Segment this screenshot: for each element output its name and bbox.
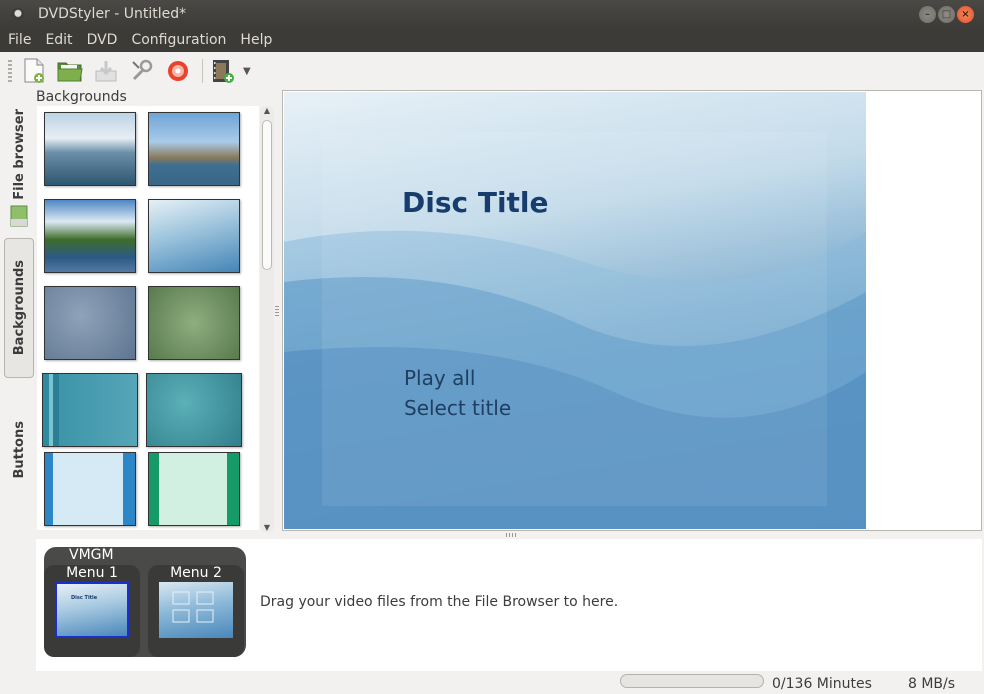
menu-configuration[interactable]: Configuration bbox=[124, 32, 233, 48]
app-icon bbox=[12, 8, 24, 20]
background-thumbnail[interactable] bbox=[42, 373, 138, 447]
maximize-button[interactable]: □ bbox=[938, 6, 955, 23]
drag-hint-text: Drag your video files from the File Brow… bbox=[260, 594, 619, 610]
scrollbar-thumb[interactable] bbox=[262, 120, 272, 270]
scroll-down-icon[interactable]: ▼ bbox=[260, 523, 274, 532]
save-icon bbox=[95, 61, 117, 82]
open-button[interactable] bbox=[56, 57, 84, 85]
disc-usage-progress bbox=[620, 674, 764, 688]
toolbar: ▼ bbox=[0, 52, 984, 90]
add-video-icon bbox=[213, 60, 234, 83]
menu-dvd[interactable]: DVD bbox=[80, 32, 125, 48]
menu2-thumbnail[interactable] bbox=[159, 582, 233, 638]
menu-file[interactable]: File bbox=[0, 32, 38, 48]
background-thumbnail[interactable] bbox=[148, 112, 240, 186]
sidebar-tabs: File browser Backgrounds Buttons bbox=[0, 90, 36, 540]
open-folder-icon bbox=[57, 62, 83, 82]
menu-preview[interactable]: Disc Title Play all Select title bbox=[284, 92, 866, 529]
safe-area bbox=[322, 132, 827, 506]
background-thumbnail[interactable] bbox=[44, 452, 136, 526]
menu1-thumbnail-title: Disc Title bbox=[71, 595, 98, 601]
select-title-button[interactable]: Select title bbox=[404, 396, 511, 420]
tab-buttons-label: Buttons bbox=[11, 421, 27, 479]
scroll-up-icon[interactable]: ▲ bbox=[260, 106, 274, 115]
save-button[interactable] bbox=[92, 57, 120, 85]
menu2-grid-decoration bbox=[172, 591, 214, 623]
background-thumbnail[interactable] bbox=[146, 373, 242, 447]
status-bitrate: 8 MB/s bbox=[908, 676, 956, 692]
burn-button[interactable] bbox=[164, 57, 192, 85]
settings-wrench-icon bbox=[132, 59, 153, 81]
splitter-handle[interactable] bbox=[275, 306, 279, 316]
minimize-button[interactable]: – bbox=[919, 6, 936, 23]
toolbar-grip[interactable] bbox=[8, 60, 12, 82]
background-thumbnail[interactable] bbox=[44, 286, 136, 360]
tab-backgrounds-label: Backgrounds bbox=[11, 260, 27, 356]
backgrounds-scrollbar[interactable]: ▲ ▼ bbox=[260, 106, 274, 532]
tab-backgrounds[interactable]: Backgrounds bbox=[4, 238, 34, 378]
new-file-icon bbox=[24, 58, 44, 83]
splitter-handle[interactable] bbox=[506, 533, 516, 537]
close-button[interactable]: × bbox=[957, 6, 974, 23]
background-thumbnail[interactable] bbox=[44, 112, 136, 186]
backgrounds-list bbox=[37, 106, 259, 530]
title-bar: DVDStyler - Untitled* – □ × bbox=[0, 0, 984, 28]
status-minutes: 0/136 Minutes bbox=[772, 676, 872, 692]
window-controls: – □ × bbox=[919, 6, 974, 23]
background-thumbnail[interactable] bbox=[148, 199, 240, 273]
tab-file-browser-label: File browser bbox=[11, 108, 27, 200]
burn-disc-icon bbox=[168, 61, 188, 81]
new-file-button[interactable] bbox=[20, 57, 48, 85]
menu1-label: Menu 1 bbox=[66, 565, 118, 581]
menu-edit[interactable]: Edit bbox=[38, 32, 79, 48]
background-thumbnail[interactable] bbox=[44, 199, 136, 273]
window-title: DVDStyler - Untitled* bbox=[38, 6, 187, 22]
vmgm-label: VMGM bbox=[69, 547, 114, 563]
background-thumbnail[interactable] bbox=[148, 452, 240, 526]
tab-buttons[interactable]: Buttons bbox=[4, 390, 34, 510]
menu-title-text[interactable]: Disc Title bbox=[402, 186, 549, 219]
add-video-button[interactable] bbox=[209, 57, 237, 85]
tab-file-browser[interactable]: File browser bbox=[4, 98, 34, 238]
menu2-label: Menu 2 bbox=[170, 565, 222, 581]
backgrounds-panel-title: Backgrounds bbox=[36, 89, 127, 105]
menu-help[interactable]: Help bbox=[233, 32, 279, 48]
chevron-down-icon[interactable]: ▼ bbox=[243, 66, 251, 77]
menu-bar: File Edit DVD Configuration Help bbox=[0, 28, 984, 52]
settings-button[interactable] bbox=[128, 57, 156, 85]
play-all-button[interactable]: Play all bbox=[404, 366, 475, 390]
background-thumbnail[interactable] bbox=[148, 286, 240, 360]
toolbar-separator bbox=[202, 59, 203, 83]
file-browser-icon bbox=[10, 205, 28, 227]
menu1-thumbnail[interactable]: Disc Title bbox=[55, 582, 129, 638]
